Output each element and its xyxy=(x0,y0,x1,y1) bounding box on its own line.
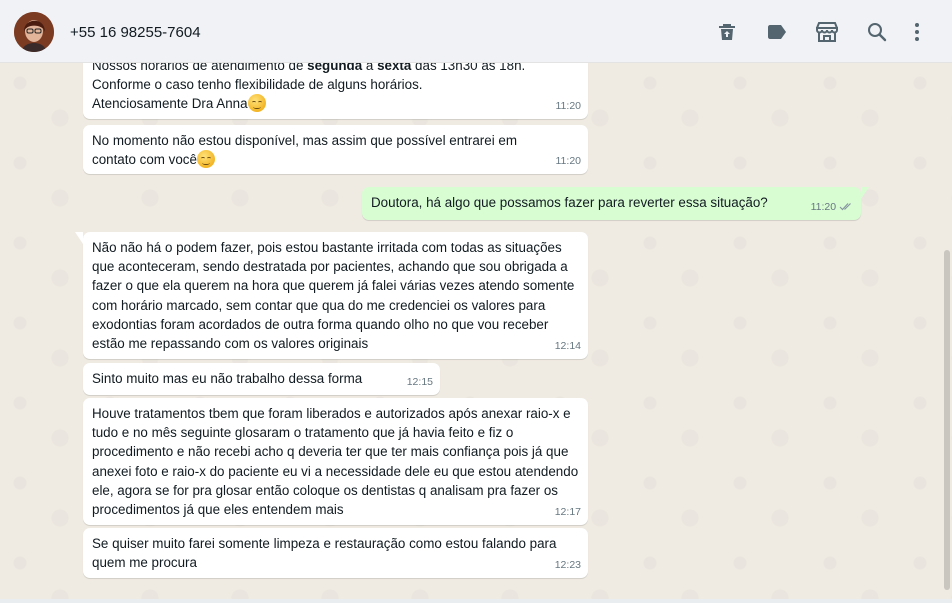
avatar-image xyxy=(14,12,54,52)
bubble-tail xyxy=(861,187,869,199)
message-incoming[interactable]: Não não há o podem fazer, pois estou bas… xyxy=(75,232,588,359)
message-text: Nossos horários de atendimento de xyxy=(92,63,308,73)
message-time: 11:20 xyxy=(810,200,837,213)
message-time: 12:15 xyxy=(406,375,433,388)
message-incoming[interactable]: Nossos horários de atendimento de segund… xyxy=(83,63,588,119)
message-meta: 11:20 xyxy=(811,198,853,217)
message-time: 11:20 xyxy=(555,154,582,167)
message-text: Sinto muito mas eu não trabalho dessa fo… xyxy=(92,371,363,386)
contact-name[interactable]: +55 16 98255-7604 xyxy=(70,24,201,41)
delete-icon[interactable] xyxy=(715,20,739,44)
message-incoming[interactable]: Sinto muito mas eu não trabalho dessa fo… xyxy=(83,363,440,395)
message-text: Doutora, há algo que possamos fazer para… xyxy=(371,195,768,210)
relieved-face-emoji-icon xyxy=(247,94,266,113)
message-text: Atenciosamente Dra Anna xyxy=(92,96,248,112)
message-time: 12:23 xyxy=(554,558,581,571)
search-icon[interactable] xyxy=(865,20,889,44)
message-time: 11:20 xyxy=(555,99,582,112)
message-time: 12:17 xyxy=(554,505,581,518)
message-incoming[interactable]: No momento não estou disponível, mas ass… xyxy=(83,125,588,174)
message-text: No momento não estou disponível, mas ass… xyxy=(92,133,517,168)
double-check-read-icon xyxy=(839,202,851,211)
message-text: Houve tratamentos tbem que foram liberad… xyxy=(92,406,579,518)
avatar[interactable] xyxy=(14,12,54,52)
chat-header: +55 16 98255-7604 xyxy=(0,0,952,63)
message-text: das 13h30 às 18h. xyxy=(411,63,526,73)
store-icon[interactable] xyxy=(814,20,840,44)
label-icon[interactable] xyxy=(765,20,789,44)
chat-area[interactable]: Nossos horários de atendimento de segund… xyxy=(0,63,952,599)
message-incoming[interactable]: Se quiser muito farei somente limpeza e … xyxy=(83,528,588,578)
message-text-bold: segunda xyxy=(307,63,363,73)
message-text: Se quiser muito farei somente limpeza e … xyxy=(92,536,557,571)
message-text: à xyxy=(362,63,378,73)
bubble-tail xyxy=(75,232,83,244)
chat-scrollbar[interactable] xyxy=(944,250,950,590)
message-time: 12:14 xyxy=(554,339,581,352)
message-text: Não não há o podem fazer, pois estou bas… xyxy=(92,240,575,352)
message-text-bold: sexta xyxy=(377,63,412,73)
message-text: Conforme o caso tenho flexibilidade de a… xyxy=(92,77,423,93)
composer-edge xyxy=(0,599,952,603)
menu-dots-icon[interactable] xyxy=(905,20,929,44)
message-incoming[interactable]: Houve tratamentos tbem que foram liberad… xyxy=(83,398,588,525)
message-outgoing[interactable]: Doutora, há algo que possamos fazer para… xyxy=(362,187,869,220)
relieved-face-emoji-icon xyxy=(196,150,215,169)
